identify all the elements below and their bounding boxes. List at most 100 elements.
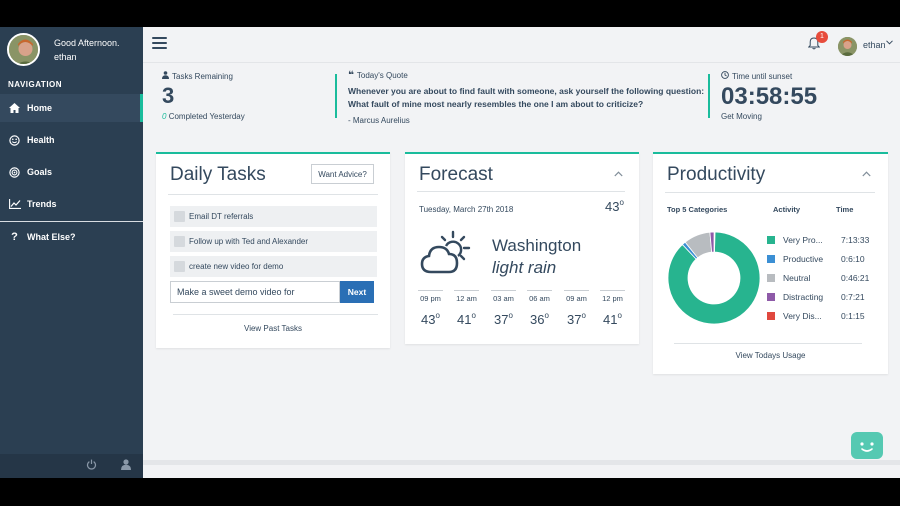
- want-advice-button[interactable]: Want Advice?: [311, 164, 374, 184]
- app-window: Good Afternoon. ethan NAVIGATION Home He…: [0, 27, 900, 478]
- profile-block: Good Afternoon. ethan: [0, 27, 143, 75]
- avatar[interactable]: [7, 33, 40, 66]
- hamburger-menu-icon[interactable]: [152, 37, 167, 51]
- power-icon[interactable]: [86, 457, 97, 475]
- completed-yesterday: 0 Completed Yesterday: [162, 112, 245, 121]
- task-item[interactable]: Email DT referrals: [170, 206, 377, 227]
- chevron-up-icon[interactable]: [862, 164, 872, 177]
- legend-label: Productive: [783, 254, 824, 264]
- sidebar-item-what-else[interactable]: ? What Else?: [0, 223, 143, 251]
- sidebar-footer: [0, 454, 143, 478]
- productivity-card: Productivity Top 5 Categories Activity T…: [653, 152, 888, 374]
- legend-swatch: [767, 255, 775, 263]
- notification-badge[interactable]: 1: [816, 31, 828, 43]
- view-todays-usage-link[interactable]: View Todays Usage: [653, 351, 888, 360]
- stat-divider: [335, 74, 337, 118]
- legend-label: Neutral: [783, 273, 811, 283]
- user-icon[interactable]: [121, 457, 131, 475]
- quote-label: ❝ Today's Quote: [348, 69, 408, 81]
- hour-temp-value: 41: [457, 312, 472, 327]
- view-past-tasks-link[interactable]: View Past Tasks: [156, 324, 390, 333]
- degree-symbol: o: [435, 311, 440, 320]
- task-label: Follow up with Ted and Alexander: [189, 237, 309, 246]
- sidebar-item-goals[interactable]: Goals: [0, 158, 143, 186]
- card-title: Productivity: [667, 164, 766, 185]
- completed-label: Completed Yesterday: [168, 112, 245, 121]
- person-icon: [162, 71, 169, 81]
- cloud-sun-icon: [419, 230, 471, 281]
- legend-label: Very Pro...: [783, 235, 823, 245]
- task-item[interactable]: Follow up with Ted and Alexander: [170, 231, 377, 252]
- legend-item: Very Dis...: [767, 310, 822, 322]
- quote-icon: ❝: [348, 69, 354, 81]
- hour-temp: 43o: [418, 311, 443, 327]
- task-checkbox[interactable]: [174, 211, 185, 222]
- productivity-donut-chart: [667, 231, 761, 325]
- chevron-down-icon[interactable]: [886, 40, 893, 47]
- task-item[interactable]: create new video for demo: [170, 256, 377, 277]
- quote-text: Whenever you are about to find fault wit…: [348, 86, 705, 109]
- smiley-icon: [8, 134, 21, 147]
- legend-swatch: [767, 236, 775, 244]
- legend-time: 7:13:33: [841, 235, 870, 245]
- hour-temp: 41o: [454, 311, 479, 327]
- hour-time: 12 pm: [600, 290, 625, 303]
- task-label: create new video for demo: [189, 262, 284, 271]
- new-task-input[interactable]: [170, 281, 340, 303]
- user-avatar-photo: [838, 37, 857, 56]
- home-icon: [8, 102, 21, 115]
- degree-symbol: o: [544, 311, 549, 320]
- sunset-subtext: Get Moving: [721, 112, 762, 121]
- quote-author: - Marcus Aurelius: [348, 116, 410, 125]
- legend-time: 0:6:10: [841, 254, 865, 264]
- hour-forecast: 06 am 36o: [527, 290, 552, 327]
- chat-bot-button[interactable]: [851, 432, 883, 459]
- chevron-up-icon[interactable]: [614, 164, 624, 177]
- hour-temp-value: 36: [530, 312, 545, 327]
- sidebar-item-trends[interactable]: Trends: [0, 190, 143, 218]
- legend-time: 0:7:21: [841, 292, 865, 302]
- sidebar-item-label: Trends: [27, 199, 57, 209]
- card-divider: [417, 191, 625, 192]
- legend-swatch: [767, 293, 775, 301]
- target-icon: [8, 166, 21, 179]
- next-button[interactable]: Next: [340, 281, 374, 303]
- sidebar-item-label: What Else?: [27, 232, 76, 242]
- hour-forecast: 12 am 41o: [454, 290, 479, 327]
- hour-temp: 37o: [491, 311, 516, 327]
- hour-forecast: 09 am 37o: [564, 290, 589, 327]
- legend-swatch: [767, 274, 775, 282]
- hour-time: 09 pm: [418, 290, 443, 303]
- hour-forecast: 09 pm 43o: [418, 290, 443, 327]
- legend-item: Very Pro...: [767, 234, 823, 246]
- card-divider: [173, 314, 378, 315]
- avatar-photo: [9, 35, 38, 64]
- legend-item: Neutral: [767, 272, 810, 284]
- sunset-label-text: Time until sunset: [732, 71, 793, 81]
- current-temperature: 43o: [605, 198, 624, 214]
- bot-face-icon: [860, 442, 874, 452]
- degree-symbol: o: [471, 311, 476, 320]
- donut-slice[interactable]: [713, 231, 716, 253]
- sidebar: Good Afternoon. ethan NAVIGATION Home He…: [0, 27, 143, 478]
- tasks-remaining-text: Tasks Remaining: [172, 71, 233, 81]
- user-avatar[interactable]: [838, 37, 857, 56]
- task-checkbox[interactable]: [174, 261, 185, 272]
- sidebar-item-home[interactable]: Home: [0, 94, 143, 122]
- user-menu-name[interactable]: ethan: [863, 40, 886, 50]
- sidebar-item-label: Home: [27, 103, 53, 113]
- sidebar-item-health[interactable]: Health: [0, 126, 143, 154]
- card-divider: [168, 194, 378, 195]
- task-checkbox[interactable]: [174, 236, 185, 247]
- hour-time: 12 am: [454, 290, 479, 303]
- legend-time: 0:46:21: [841, 273, 870, 283]
- hour-temp: 41o: [600, 311, 625, 327]
- nav-divider: [0, 221, 143, 222]
- legend-time: 0:1:15: [841, 311, 865, 321]
- quote-label-text: Today's Quote: [356, 71, 408, 80]
- legend-item: Distracting: [767, 291, 823, 303]
- topbar: 1 ethan: [143, 27, 900, 63]
- tasks-remaining-label: Tasks Remaining: [162, 71, 233, 81]
- hour-time: 09 am: [564, 290, 589, 303]
- stats-strip: Tasks Remaining 3 0 Completed Yesterday …: [143, 63, 900, 129]
